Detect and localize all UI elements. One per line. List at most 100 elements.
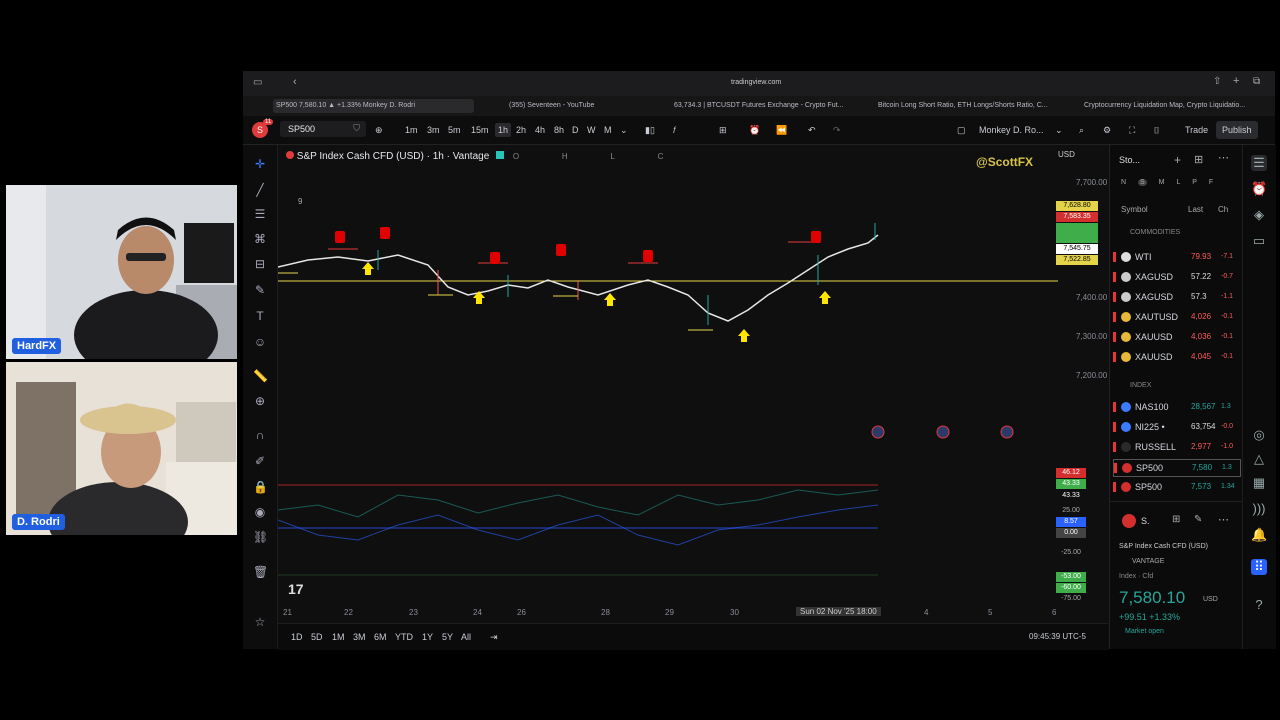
candle-type-icon[interactable]: ▮▯ <box>645 123 655 137</box>
watchlist-row[interactable]: XAUUSD 4,036 -0.1 <box>1113 329 1239 345</box>
layouts-icon[interactable]: ⊞ <box>719 123 727 137</box>
fib-icon[interactable]: ☰ <box>253 207 267 221</box>
search-icon[interactable]: ⌕ <box>1079 123 1084 137</box>
layout-checkbox-icon[interactable]: ▢ <box>957 123 966 137</box>
time-axis[interactable]: 21 22 23 24 26 28 29 30 Sun 02 Nov '25 1… <box>278 607 1058 622</box>
range-1y[interactable]: 1Y <box>422 632 433 642</box>
layers-icon[interactable]: ◈ <box>1251 207 1267 223</box>
section-header[interactable]: INDEX <box>1130 382 1151 389</box>
add-symbol-icon[interactable]: + <box>1174 153 1181 167</box>
chat-icon[interactable]: ▭ <box>1251 233 1267 249</box>
alarm-icon[interactable]: ⏰ <box>1251 181 1267 197</box>
calendar-icon[interactable]: ▦ <box>1251 475 1267 491</box>
link-icon[interactable]: ⛓ <box>253 530 268 544</box>
more-icon[interactable]: ⋯ <box>1218 513 1229 526</box>
interval-m[interactable]: M <box>604 123 612 137</box>
symbol-search-input[interactable]: SP500 ⛉ <box>280 121 366 137</box>
watchlist-row-selected[interactable]: SP500 7,580 1.3 <box>1113 459 1241 477</box>
indicators-icon[interactable]: 𝑓 <box>673 123 676 137</box>
watchlist-row[interactable]: RUSSELL 2,977 -1.0 <box>1113 439 1239 455</box>
watchlist-icon[interactable]: ☰ <box>1251 155 1267 171</box>
help-icon[interactable]: ? <box>1251 597 1267 613</box>
chevron-down-icon[interactable]: ⌄ <box>620 123 628 137</box>
brush-icon[interactable]: ✎ <box>253 283 267 297</box>
trend-line-icon[interactable]: ╱ <box>253 183 267 197</box>
chart-pane[interactable]: S&P Index Cash CFD (USD) · 1h · Vantage … <box>278 145 1108 649</box>
chevron-down-icon[interactable]: ⌄ <box>1055 123 1063 137</box>
range-1d[interactable]: 1D <box>291 632 303 642</box>
alert-icon[interactable]: ⏰ <box>749 123 760 137</box>
new-tab-icon[interactable]: + <box>1233 75 1239 87</box>
redo-icon[interactable]: ↷ <box>833 123 841 137</box>
interval-d[interactable]: D <box>572 123 579 137</box>
star-icon[interactable]: ☆ <box>253 615 267 629</box>
col-chg[interactable]: Ch <box>1218 205 1228 214</box>
pattern-icon[interactable]: ⌘ <box>253 232 267 246</box>
publish-button[interactable]: Publish <box>1216 121 1258 139</box>
range-5d[interactable]: 5D <box>311 632 323 642</box>
lock-drawing-icon[interactable]: ✐ <box>253 454 267 468</box>
broadcast-icon[interactable]: ))) <box>1251 501 1267 517</box>
sidebar-toggle-icon[interactable]: ▭ <box>253 77 262 88</box>
back-icon[interactable]: ‹ <box>293 76 297 88</box>
replay-icon[interactable]: ⏪ <box>776 123 787 137</box>
detail-broker[interactable]: VANTAGE <box>1132 558 1164 565</box>
camera-icon[interactable]: ⌷ <box>1154 123 1159 137</box>
section-header[interactable]: COMMODITIES <box>1130 229 1180 236</box>
more-icon[interactable]: ⋯ <box>1218 151 1229 164</box>
apps-icon[interactable]: ⠿ <box>1251 559 1267 575</box>
range-6m[interactable]: 6M <box>374 632 387 642</box>
interval-3m[interactable]: 3m <box>427 123 440 137</box>
filter-p[interactable]: P <box>1192 179 1197 186</box>
clock[interactable]: 09:45:39 UTC-5 <box>1029 632 1086 641</box>
interval-4h[interactable]: 4h <box>535 123 545 137</box>
goto-date-icon[interactable]: ⇥ <box>490 632 498 643</box>
emoji-icon[interactable]: ☺ <box>253 335 267 349</box>
share-icon[interactable]: ⇧ <box>1213 76 1221 87</box>
col-last[interactable]: Last <box>1188 205 1203 214</box>
advanced-view-icon[interactable]: ⊞ <box>1194 153 1203 166</box>
ruler-icon[interactable]: 📏 <box>253 369 268 383</box>
browser-tab[interactable]: 63,734.3 | BTCUSDT Futures Exchange - Cr… <box>671 99 864 113</box>
watchlist-row[interactable]: WTI 79.93 -7.1 <box>1113 249 1239 265</box>
watchlist-row[interactable]: XAUUSD 4,045 -0.1 <box>1113 349 1239 365</box>
col-symbol[interactable]: Symbol <box>1121 205 1148 214</box>
filter-m[interactable]: M <box>1159 179 1165 186</box>
filter-f[interactable]: F <box>1209 179 1213 186</box>
cursor-icon[interactable]: ✛ <box>253 157 267 171</box>
zoom-icon[interactable]: ⊕ <box>253 394 267 408</box>
range-5y[interactable]: 5Y <box>442 632 453 642</box>
undo-icon[interactable]: ↶ <box>808 123 816 137</box>
magnet-icon[interactable]: ∩ <box>253 428 267 442</box>
interval-w[interactable]: W <box>587 123 596 137</box>
eye-icon[interactable]: ◉ <box>253 505 267 519</box>
fullscreen-icon[interactable]: ⛶ <box>1129 123 1135 137</box>
layout-name[interactable]: Monkey D. Ro... <box>979 123 1044 137</box>
detail-grid-icon[interactable]: ⊞ <box>1172 514 1180 525</box>
filter-l[interactable]: L <box>1176 179 1180 186</box>
interval-1m[interactable]: 1m <box>405 123 418 137</box>
interval-15m[interactable]: 15m <box>471 123 489 137</box>
watchlist-row[interactable]: NAS100 28,567 1.3 <box>1113 399 1239 415</box>
watchlist-row[interactable]: XAUTUSD 4,026 -0.1 <box>1113 309 1239 325</box>
trade-button[interactable]: Trade <box>1185 123 1208 137</box>
watchlist-row[interactable]: NI225 • 63,754 -0.0 <box>1113 419 1239 435</box>
event-markers[interactable] <box>871 425 1014 439</box>
text-icon[interactable]: T <box>253 309 267 323</box>
interval-1h[interactable]: 1h <box>495 123 512 137</box>
range-ytd[interactable]: YTD <box>395 632 413 642</box>
lock-icon[interactable]: 🔒 <box>253 480 268 494</box>
watchlist-row[interactable]: XAGUSD 57.3 -1.1 <box>1113 289 1239 305</box>
watchlist-row[interactable]: XAGUSD 57.22 -0.7 <box>1113 269 1239 285</box>
gear-icon[interactable]: ⚙ <box>1103 123 1111 137</box>
browser-tab[interactable]: Cryptocurrency Liquidation Map, Crypto L… <box>1081 99 1274 113</box>
range-all[interactable]: All <box>461 632 471 642</box>
tabs-overview-icon[interactable]: ⧉ <box>1253 76 1260 87</box>
watchlist-title[interactable]: Sto... <box>1119 155 1140 165</box>
trash-icon[interactable]: 🗑 <box>253 565 268 579</box>
browser-tab[interactable]: Bitcoin Long Short Ratio, ETH Longs/Shor… <box>875 99 1068 113</box>
interval-2h[interactable]: 2h <box>516 123 526 137</box>
target-icon[interactable]: ◎ <box>1251 427 1267 443</box>
interval-8h[interactable]: 8h <box>554 123 564 137</box>
browser-tab[interactable]: (355) Seventeen - YouTube <box>506 99 669 113</box>
